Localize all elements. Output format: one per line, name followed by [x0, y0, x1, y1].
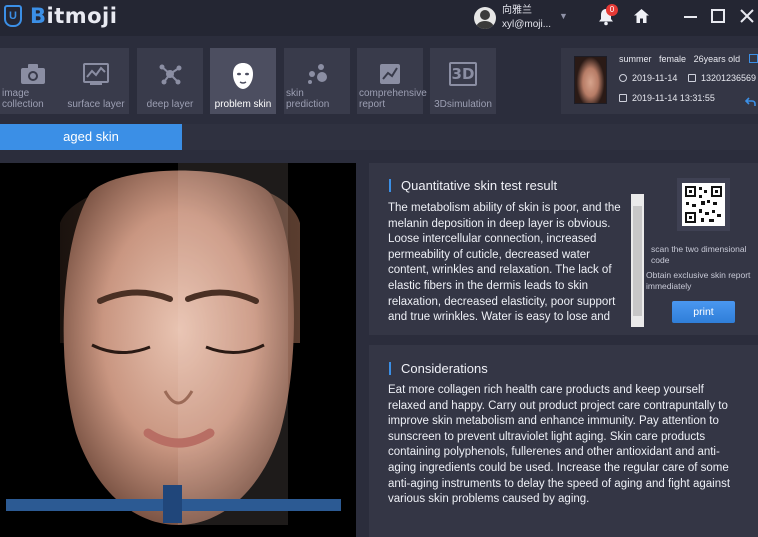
phone-icon [688, 74, 696, 82]
face-mask-icon [233, 63, 253, 89]
result-title: Quantitative skin test result [389, 179, 557, 192]
tab-label: deep layer [146, 99, 194, 110]
user-name: 向雅兰 [502, 5, 532, 16]
customer-photo [574, 56, 607, 104]
profile-season: summer [619, 54, 652, 64]
app-logo: U Bitmoji [4, 4, 117, 28]
considerations-text: Eat more collagen rich health care produ… [388, 384, 731, 506]
app-name: Bitmoji [30, 4, 118, 28]
tab-problem-skin[interactable]: problem skin [210, 48, 276, 114]
profile-tags: summer female 26years old [619, 54, 740, 64]
tab-3d-simulation[interactable]: 3D 3Dsimulation [430, 48, 496, 114]
face-image [0, 163, 356, 537]
tab-image-collection[interactable]: image collection [0, 48, 66, 114]
profile-datetime: 2019-11-14 13:31:55 [619, 93, 715, 103]
surface-chart-icon [83, 63, 109, 85]
qr-code-icon [682, 183, 725, 226]
tab-deep-layer[interactable]: deep layer [137, 48, 203, 114]
tab-label: problem skin [214, 99, 272, 110]
profile-gender: female [659, 54, 687, 64]
exclusive-report-text: Obtain exclusive skin report immediately [646, 270, 751, 291]
logo-mark-icon: U [4, 5, 22, 27]
minimize-icon[interactable] [684, 16, 697, 19]
calendar-icon [619, 94, 627, 102]
customer-profile-card: summer female 26years old 2019-11-14 132… [561, 48, 758, 114]
clock-icon [619, 74, 627, 82]
tab-skin-prediction[interactable]: skin prediction [284, 48, 350, 114]
scan-qr-text: scan the two dimensional code [651, 244, 747, 265]
result-scroll-thumb[interactable] [633, 206, 642, 316]
edit-icon[interactable] [749, 54, 758, 63]
subtab-aged-skin[interactable]: aged skin [0, 124, 182, 150]
profile-age: 26years old [693, 54, 741, 64]
dots-icon [308, 64, 327, 84]
subtab-bar: aged skin [0, 124, 758, 150]
user-menu[interactable]: 向雅兰 xyl@moji... ▼ [474, 4, 568, 32]
comparison-slider-handle[interactable] [163, 485, 182, 523]
face-photo [60, 163, 300, 525]
3d-icon: 3D [449, 62, 477, 86]
qr-code [677, 178, 730, 231]
title-bar: U Bitmoji 向雅兰 xyl@moji... ▼ 0 [0, 0, 758, 36]
tab-label: image collection [2, 88, 44, 110]
camera-icon [21, 64, 45, 84]
home-icon[interactable] [633, 8, 650, 24]
chevron-down-icon[interactable]: ▼ [559, 11, 568, 21]
tab-label: skin prediction [286, 88, 330, 110]
close-icon[interactable] [740, 9, 754, 23]
tab-comprehensive-report[interactable]: comprehensive report [357, 48, 427, 114]
print-button[interactable]: print [672, 301, 735, 323]
avatar [474, 7, 496, 29]
maximize-icon[interactable] [711, 9, 725, 23]
tab-surface-layer[interactable]: surface layer [63, 48, 129, 114]
molecule-icon [159, 64, 182, 85]
tab-label: 3Dsimulation [434, 99, 492, 110]
profile-date: 2019-11-14 [619, 73, 677, 83]
notification-badge: 0 [606, 4, 618, 16]
back-icon[interactable] [745, 97, 756, 107]
considerations-title: Considerations [389, 362, 488, 375]
user-email: xyl@moji... [502, 19, 552, 30]
result-text: The metabolism ability of skin is poor, … [388, 202, 621, 324]
profile-phone: 13201236569 [688, 73, 756, 83]
tab-label: surface layer [67, 99, 125, 110]
report-icon [380, 64, 400, 84]
tab-label: comprehensive report [359, 88, 427, 110]
